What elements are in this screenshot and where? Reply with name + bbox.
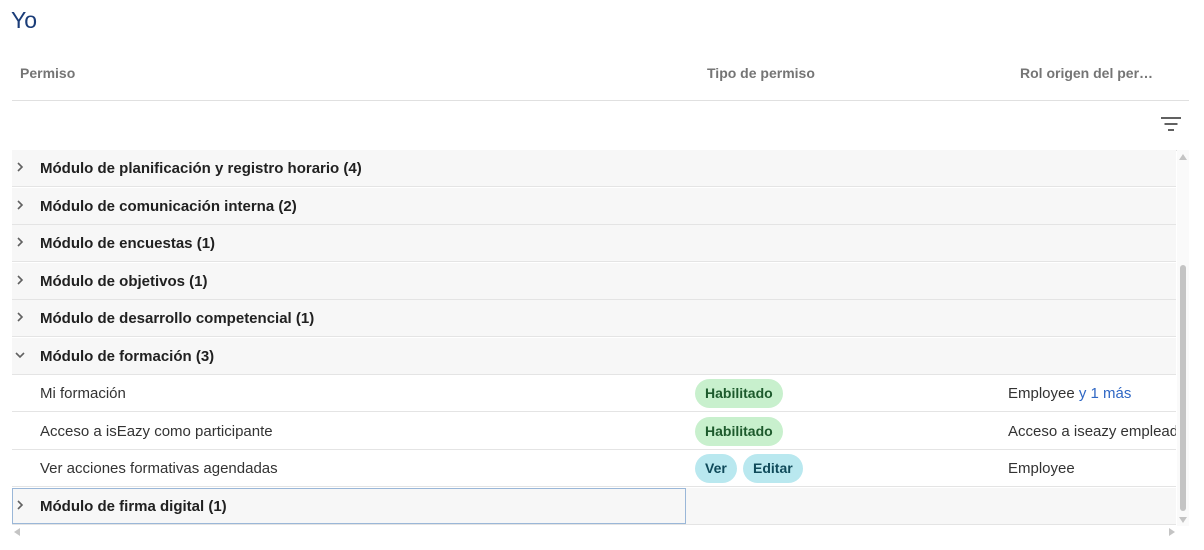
scroll-right-icon[interactable] (1169, 528, 1175, 536)
vertical-scrollbar[interactable] (1177, 150, 1189, 526)
grid-header: Permiso Tipo de permiso Rol origen del p… (12, 52, 1189, 101)
status-badge: Habilitado (695, 379, 783, 408)
filter-row (12, 101, 1189, 151)
group-row-encuestas[interactable]: Módulo de encuestas (1) (12, 225, 1176, 262)
filter-lines-icon[interactable] (1161, 117, 1181, 131)
column-header-tipo-permiso[interactable]: Tipo de permiso (707, 65, 815, 81)
chevron-right-icon[interactable] (14, 236, 26, 248)
table-row[interactable]: Mi formación Habilitado Employee y 1 más (12, 375, 1176, 412)
group-label: Módulo de desarrollo competencial (1) (40, 310, 315, 327)
chevron-right-icon[interactable] (14, 311, 26, 323)
group-row-comunicacion[interactable]: Módulo de comunicación interna (2) (12, 187, 1176, 225)
scroll-left-icon[interactable] (14, 528, 20, 536)
chevron-right-icon[interactable] (14, 274, 26, 286)
table-row[interactable]: Ver acciones formativas agendadas Ver Ed… (12, 450, 1176, 487)
group-row-desarrollo[interactable]: Módulo de desarrollo competencial (1) (12, 300, 1176, 337)
group-row-formacion[interactable]: Módulo de formación (3) (12, 337, 1176, 375)
group-label: Módulo de objetivos (1) (40, 272, 208, 290)
focused-cell-outline (12, 488, 686, 524)
rol-cell: Acceso a iseazy empleado (1008, 422, 1176, 440)
chevron-down-icon[interactable] (14, 349, 26, 361)
group-row-planificacion[interactable]: Módulo de planificación y registro horar… (12, 150, 1176, 187)
group-label: Módulo de comunicación interna (2) (40, 197, 297, 215)
action-badge-ver: Ver (695, 454, 737, 483)
scrollbar-thumb[interactable] (1180, 265, 1186, 511)
chevron-right-icon[interactable] (14, 161, 26, 173)
action-badge-editar: Editar (743, 454, 803, 483)
column-header-rol-origen[interactable]: Rol origen del per… (1020, 65, 1153, 81)
permissions-grid: Módulo de planificación y registro horar… (12, 150, 1176, 525)
more-roles-link[interactable]: y 1 más (1079, 385, 1132, 402)
scroll-down-icon[interactable] (1179, 517, 1187, 523)
group-label: Módulo de formación (3) (40, 347, 215, 365)
rol-cell: Employee y 1 más (1008, 385, 1132, 402)
group-label: Módulo de encuestas (1) (40, 235, 216, 252)
page-title: Yo (11, 7, 38, 33)
status-badge: Habilitado (695, 416, 783, 446)
permiso-cell: Acceso a isEazy como participante (40, 422, 273, 440)
scroll-up-icon[interactable] (1179, 154, 1187, 160)
group-row-objetivos[interactable]: Módulo de objetivos (1) (12, 262, 1176, 300)
chevron-right-icon[interactable] (14, 199, 26, 211)
column-header-permiso[interactable]: Permiso (20, 65, 75, 81)
horizontal-scrollbar[interactable] (12, 526, 1177, 538)
table-row[interactable]: Acceso a isEazy como participante Habili… (12, 412, 1176, 450)
rol-cell: Employee (1008, 460, 1075, 477)
permiso-cell: Mi formación (40, 385, 126, 402)
permiso-cell: Ver acciones formativas agendadas (40, 460, 278, 477)
group-label: Módulo de planificación y registro horar… (40, 160, 362, 177)
